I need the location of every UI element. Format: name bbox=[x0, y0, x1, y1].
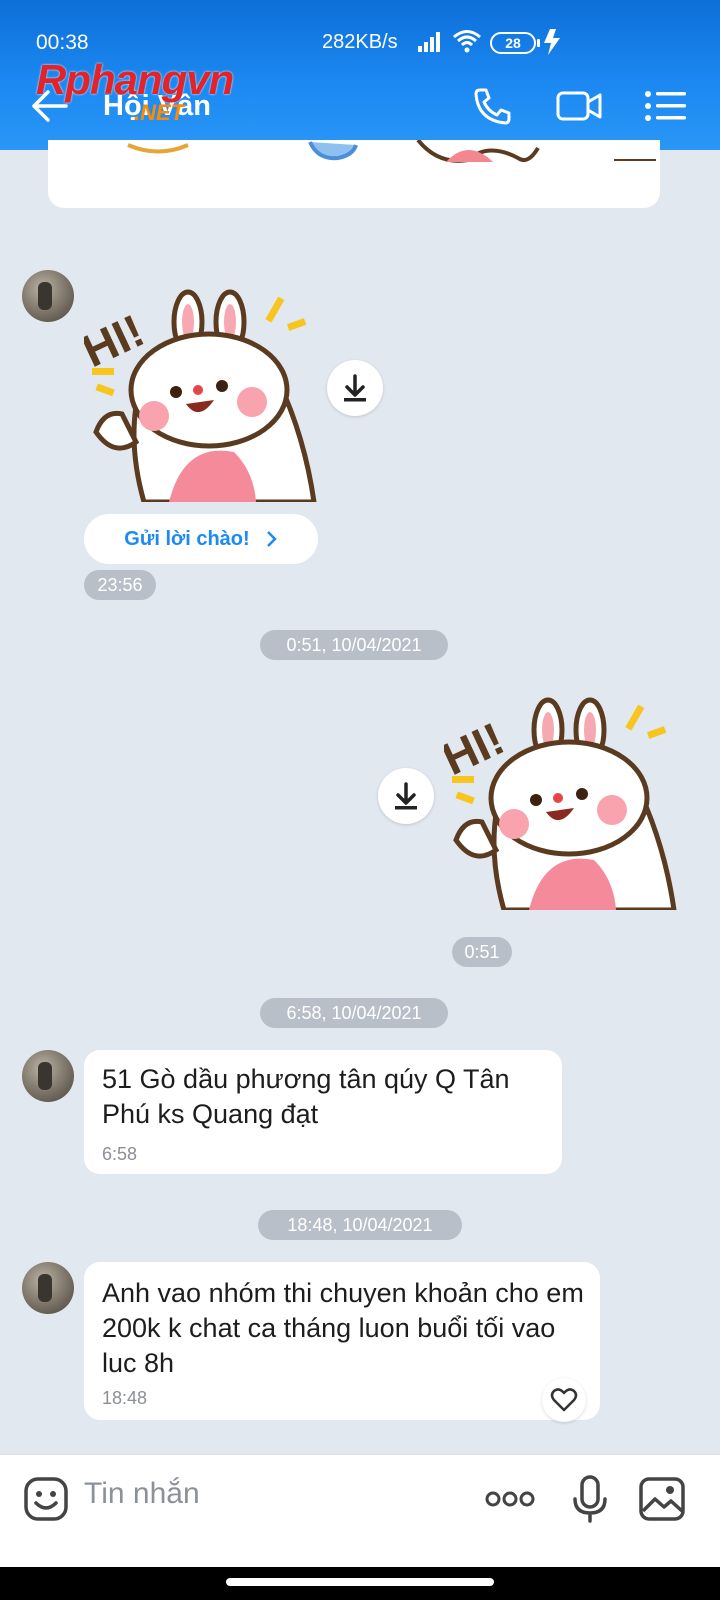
navigation-bar bbox=[0, 1567, 720, 1600]
message-text: Anh vao nhóm thi chuyen khoản cho em 200… bbox=[102, 1278, 584, 1378]
download-sticker-button-2[interactable] bbox=[378, 768, 434, 824]
phone-icon[interactable] bbox=[470, 86, 514, 126]
chevron-right-icon bbox=[266, 531, 277, 547]
status-time: 00:38 bbox=[36, 31, 89, 54]
watermark-suffix: .NET bbox=[134, 100, 185, 125]
signal-icon bbox=[418, 32, 440, 52]
hi-bunny-sticker-sent[interactable]: HI! bbox=[444, 690, 680, 910]
home-indicator[interactable] bbox=[226, 1578, 494, 1586]
more-icon[interactable] bbox=[484, 1475, 536, 1523]
contact-avatar[interactable] bbox=[22, 270, 74, 322]
react-heart-button[interactable] bbox=[542, 1378, 586, 1422]
emoji-icon[interactable] bbox=[22, 1475, 70, 1523]
message-time: 18:48 bbox=[102, 1388, 148, 1408]
message-time: 6:58 bbox=[102, 1144, 138, 1164]
message-bubble[interactable]: Anh vao nhóm thi chuyen khoản cho em 200… bbox=[84, 1262, 600, 1420]
contact-avatar[interactable] bbox=[22, 1262, 74, 1314]
message-input[interactable]: Tin nhắn bbox=[84, 1477, 200, 1511]
video-call-icon[interactable] bbox=[556, 86, 602, 126]
greet-button-label: Gửi lời chào! bbox=[124, 527, 250, 550]
message-time: 0:51 bbox=[452, 937, 512, 967]
message-composer: Tin nhắn bbox=[0, 1454, 720, 1600]
menu-list-icon[interactable] bbox=[644, 86, 688, 126]
battery-indicator: 28 bbox=[490, 32, 540, 54]
date-separator: 0:51, 10/04/2021 bbox=[260, 630, 448, 660]
header-bar: 00:38 282KB/s 28 Hội Vân Rphangvn .NET bbox=[0, 0, 720, 150]
heart-icon bbox=[550, 1388, 578, 1412]
watermark-logo: Rphangvn bbox=[36, 56, 234, 103]
download-sticker-button[interactable] bbox=[327, 360, 383, 416]
wifi-icon bbox=[453, 30, 481, 53]
message-text: 51 Gò dầu phương tân qúy Q Tân Phú ks Qu… bbox=[102, 1064, 510, 1129]
date-separator: 18:48, 10/04/2021 bbox=[258, 1210, 462, 1240]
sticker-fragment bbox=[127, 138, 656, 163]
charging-icon bbox=[544, 29, 560, 55]
message-time: 23:56 bbox=[84, 570, 156, 600]
microphone-icon[interactable] bbox=[566, 1475, 614, 1523]
message-bubble[interactable]: 51 Gò dầu phương tân qúy Q Tân Phú ks Qu… bbox=[84, 1050, 562, 1174]
network-speed: 282KB/s bbox=[322, 31, 398, 53]
download-icon bbox=[344, 374, 366, 402]
previous-sticker-card bbox=[48, 138, 660, 208]
greet-button[interactable]: Gửi lời chào! bbox=[84, 514, 318, 564]
image-icon[interactable] bbox=[638, 1475, 686, 1523]
download-icon bbox=[395, 782, 417, 810]
hi-bunny-sticker[interactable]: HI! bbox=[84, 282, 320, 502]
date-separator: 6:58, 10/04/2021 bbox=[260, 998, 448, 1028]
contact-avatar[interactable] bbox=[22, 1050, 74, 1102]
